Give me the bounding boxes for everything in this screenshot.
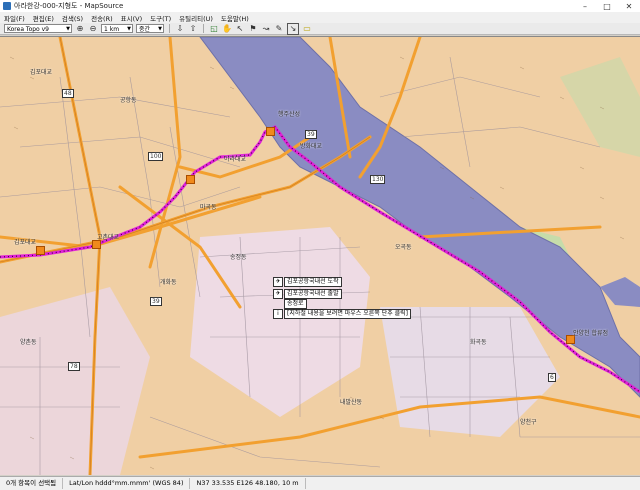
menu-edit[interactable]: 편집(E) <box>29 13 58 23</box>
coordinate-format: Lat/Lon hddd°mm.mmm' (WGS 84) <box>63 478 191 489</box>
send-to-device-icon[interactable]: ⇧ <box>188 24 198 34</box>
track-tool-icon[interactable]: ✎ <box>274 24 284 34</box>
chevron-down-icon: ▼ <box>158 26 162 32</box>
menu-tools[interactable]: 도구(T) <box>146 13 175 23</box>
info-icon: i <box>273 309 283 319</box>
waypoint-icon[interactable] <box>92 240 101 249</box>
waypoint-label: 안양천 합류점 <box>573 330 609 337</box>
chevron-down-icon: ▼ <box>127 26 131 32</box>
place-label: 마곡동 <box>200 204 217 211</box>
close-button[interactable]: ✕ <box>618 0 640 12</box>
menu-transfer[interactable]: 전송(R) <box>87 13 117 23</box>
menu-search[interactable]: 검색(S) <box>58 13 87 23</box>
place-label: 송정동 <box>230 254 247 261</box>
place-label: 오곡동 <box>395 244 412 251</box>
waypoint-label: 고촌대교 <box>97 234 120 241</box>
app-icon <box>3 2 11 10</box>
place-label: 양촌동 <box>20 339 37 346</box>
road-shield: 130 <box>370 175 386 184</box>
road-shield: 48 <box>62 89 74 98</box>
airport-icon[interactable]: ✈ <box>273 289 283 299</box>
window-title: 아라한강-000-지형도 - MapSource <box>14 2 124 10</box>
receive-from-device-icon[interactable]: ⇩ <box>175 24 185 34</box>
road-shield: 78 <box>68 362 80 371</box>
waypoint-label: 방화대교 <box>300 143 323 150</box>
place-label: 공항동 <box>120 97 137 104</box>
road-shield: 6 <box>548 373 556 382</box>
place-label: 화곡동 <box>470 339 487 346</box>
scale-select[interactable]: 1 km ▼ <box>101 24 133 33</box>
zoom-out-icon[interactable]: ⊖ <box>88 24 98 34</box>
maximize-button[interactable]: □ <box>596 0 618 12</box>
map-product-select[interactable]: Korea Topo v9 ▼ <box>4 24 72 33</box>
map-product-value: Korea Topo v9 <box>7 26 49 33</box>
waypoint-icon[interactable] <box>266 127 275 136</box>
menu-file[interactable]: 파일(F) <box>0 13 29 23</box>
popup-road: 송정로 <box>284 299 307 309</box>
waypoint-label: 행주산성 <box>278 111 301 118</box>
popup-departure[interactable]: 김포공항국내선 출발 <box>284 289 342 299</box>
road-shield: 100 <box>148 152 164 161</box>
place-label: 내발산동 <box>340 399 363 406</box>
waypoint-tool-icon[interactable]: ⚑ <box>248 24 258 34</box>
route-tool-icon[interactable]: ↝ <box>261 24 271 34</box>
menu-help[interactable]: 도움말(H) <box>217 13 253 23</box>
detail-value: 중간 <box>139 26 151 33</box>
distance-tool-icon[interactable]: ↘ <box>287 22 299 35</box>
waypoint-icon[interactable] <box>36 246 45 255</box>
toolbar-separator <box>169 24 170 33</box>
zoom-tool-icon[interactable]: ◱ <box>209 24 219 34</box>
selection-status: 0개 항목이 선택됨 <box>0 478 64 489</box>
chevron-down-icon: ▼ <box>66 26 70 32</box>
menu-utilities[interactable]: 유틸리티(U) <box>175 13 217 23</box>
waypoint-label: 김포대교 <box>14 239 37 246</box>
map-view[interactable]: 48 39 100 130 6 78 39 방화대교 행주산성 안양천 합류점 … <box>0 36 640 475</box>
menu-view[interactable]: 표시(V) <box>117 13 146 23</box>
status-bar: 0개 항목이 선택됨 Lat/Lon hddd°mm.mmm' (WGS 84)… <box>0 476 640 490</box>
place-label: 양천구 <box>520 419 537 426</box>
road-shield: 39 <box>150 297 162 306</box>
popup-arrival[interactable]: 김포공항국내선 도착 <box>284 277 342 287</box>
airport-icon[interactable]: ✈ <box>273 277 283 287</box>
zoom-in-icon[interactable]: ⊕ <box>75 24 85 34</box>
select-tool-icon[interactable]: ↖ <box>235 24 245 34</box>
cursor-coordinates: N37 33.535 E126 48.180, 10 m <box>190 478 306 489</box>
map-canvas[interactable] <box>0 37 640 475</box>
map-tool-icon[interactable]: ▭ <box>302 24 312 34</box>
scale-value: 1 km <box>104 26 120 33</box>
detail-select[interactable]: 중간 ▼ <box>136 24 164 33</box>
waypoint-label: 아라대교 <box>224 156 247 163</box>
place-label: 개화동 <box>160 279 177 286</box>
place-label: 김포대교 <box>30 69 53 76</box>
minimize-button[interactable]: – <box>574 0 596 12</box>
menu-bar: 파일(F) 편집(E) 검색(S) 전송(R) 표시(V) 도구(T) 유틸리티… <box>0 12 640 23</box>
hand-tool-icon[interactable]: ✋ <box>222 24 232 34</box>
popup-hint: [지하철 내용을 보려면 마우스 오른쪽 단추 클릭] <box>284 309 412 319</box>
toolbar-separator <box>203 24 204 33</box>
waypoint-icon[interactable] <box>186 175 195 184</box>
road-shield: 39 <box>305 130 317 139</box>
toolbar: Korea Topo v9 ▼ ⊕ ⊖ 1 km ▼ 중간 ▼ ⇩ ⇧ ◱ ✋ ↖ ⚑… <box>0 22 640 35</box>
